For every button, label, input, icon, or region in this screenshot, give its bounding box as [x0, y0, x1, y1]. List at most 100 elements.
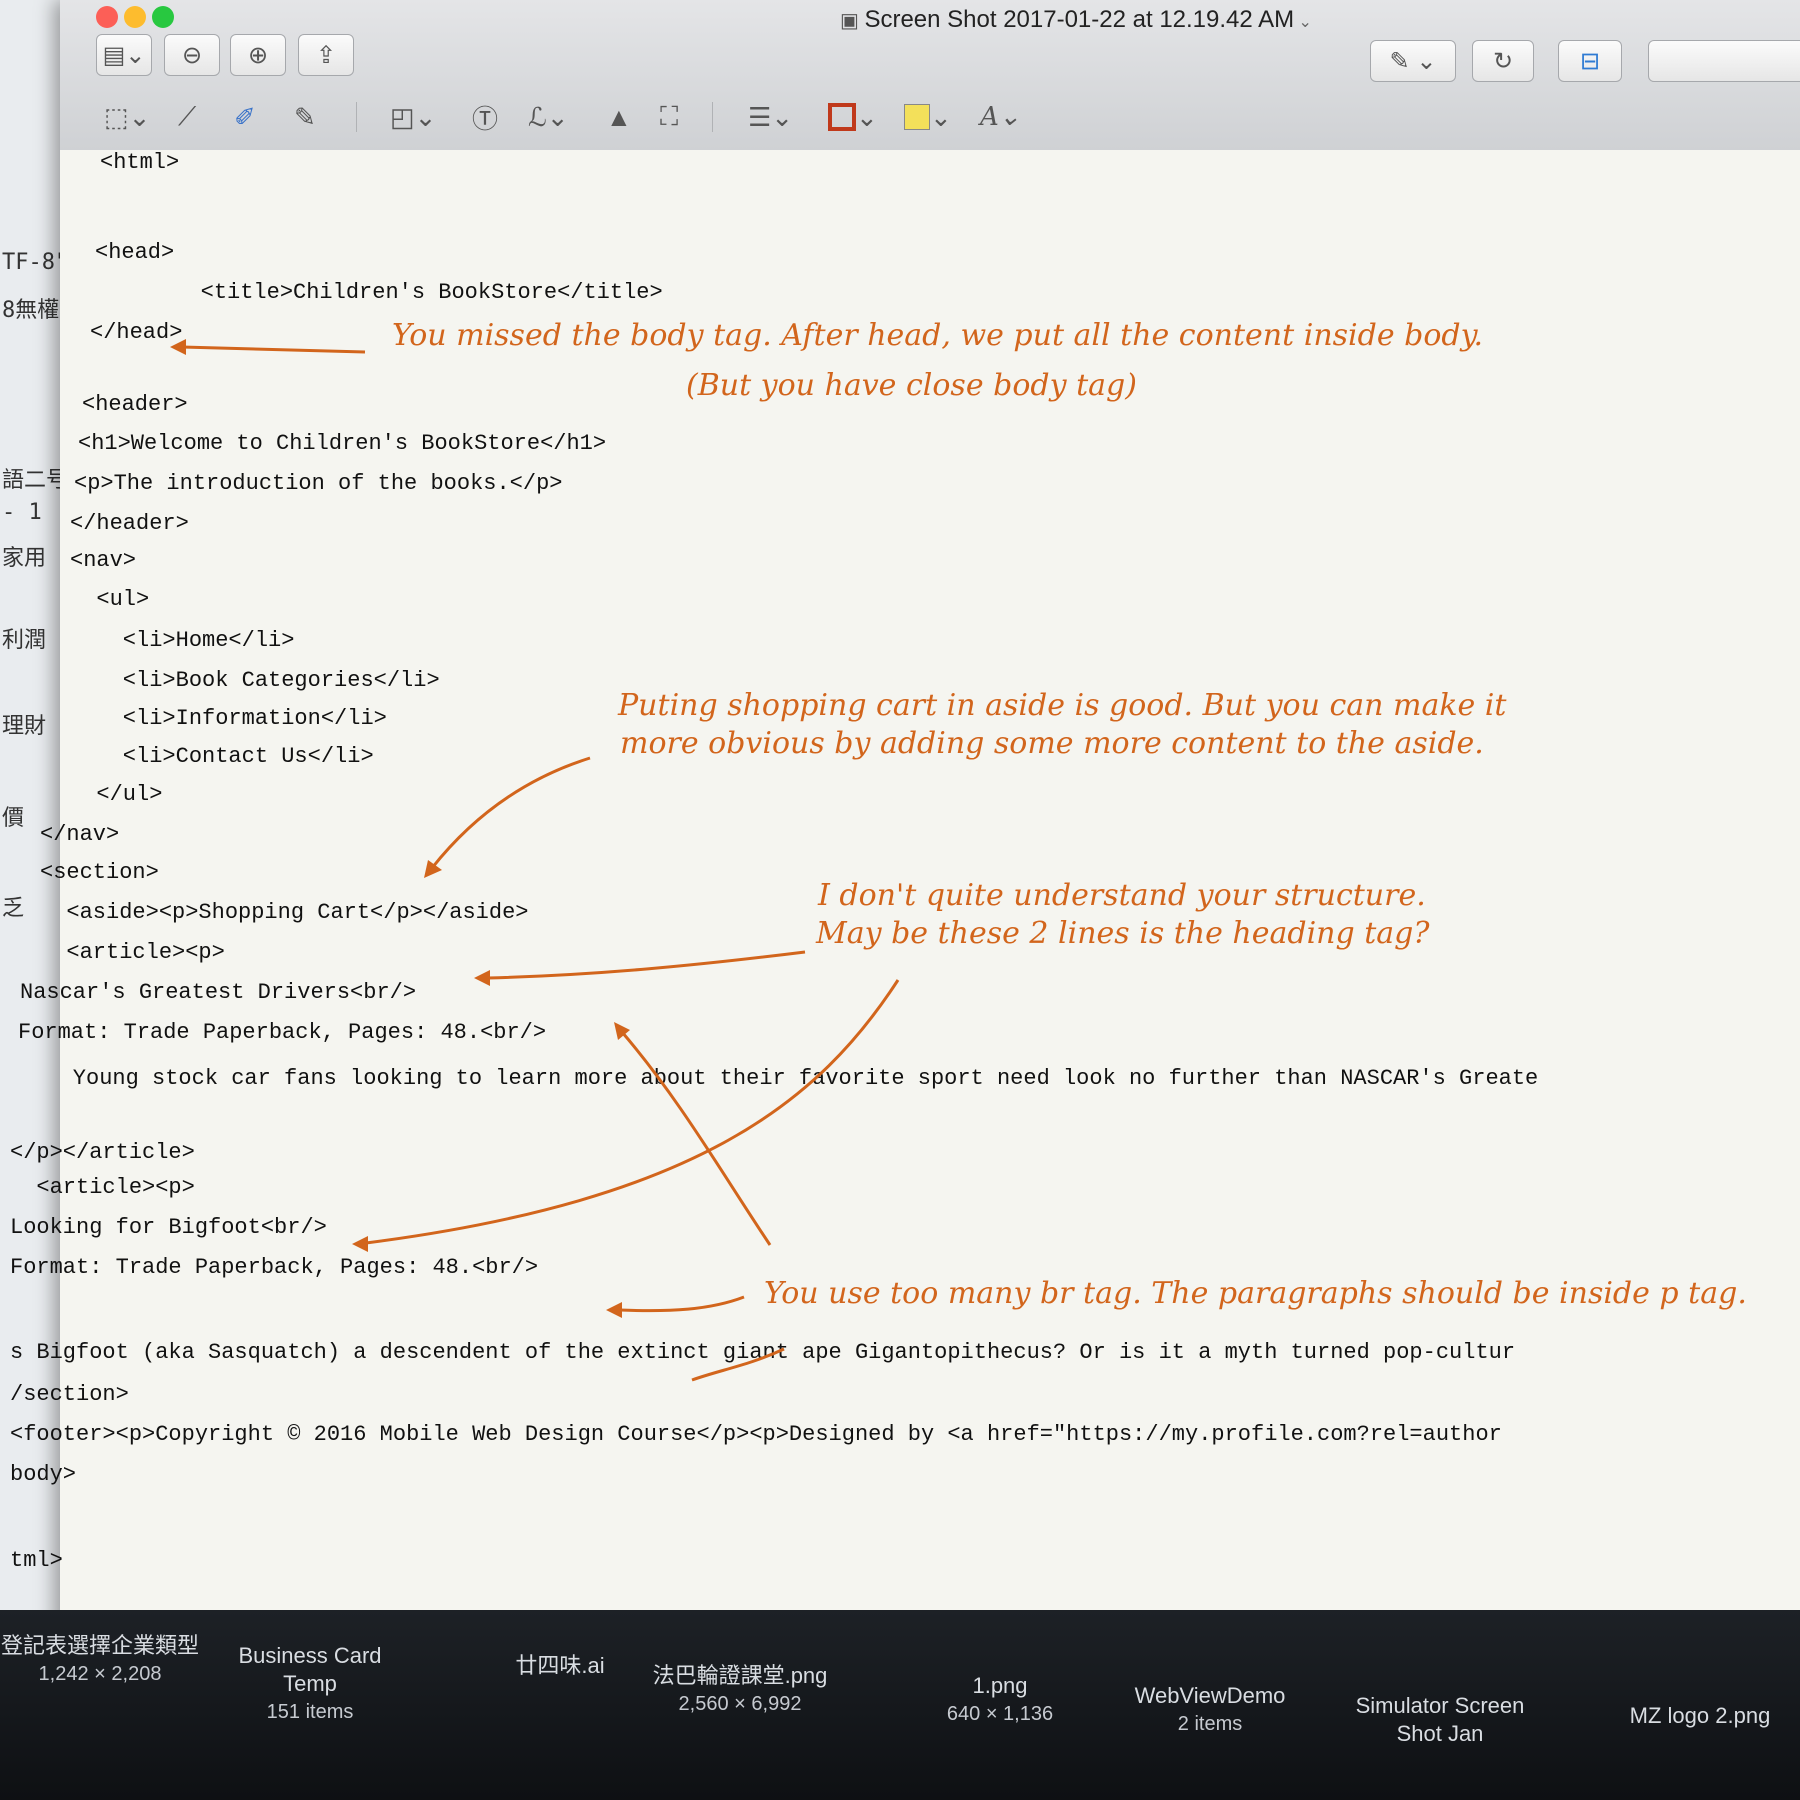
background-text: 價	[2, 806, 25, 831]
draw-tool[interactable]: ✎	[294, 100, 316, 134]
toolbox-button[interactable]: ⊟	[1558, 40, 1622, 82]
sign-tool[interactable]: ℒ⌄	[528, 100, 569, 134]
file-item[interactable]: WebViewDemo 2 items	[1110, 1682, 1310, 1738]
annotation-note: May be these 2 lines is the heading tag?	[816, 916, 1430, 951]
background-text: 8無權	[2, 298, 60, 323]
code-line: </p></article>	[10, 1140, 195, 1165]
zoom-out-button[interactable]: ⊖	[164, 34, 220, 76]
share-button[interactable]: ⇪	[298, 34, 354, 76]
code-line: <article><p>	[10, 1175, 195, 1200]
pen-icon: ✎ ⌄	[1389, 47, 1437, 75]
file-item[interactable]: 1.png 640 × 1,136	[900, 1672, 1100, 1728]
file-name: Simulator Screen Shot Jan	[1355, 1693, 1525, 1746]
file-item[interactable]: Simulator Screen Shot Jan	[1340, 1692, 1540, 1748]
file-name: 法巴輪證課堂.png	[652, 1663, 828, 1688]
file-info: 640 × 1,136	[946, 1703, 1054, 1725]
file-item[interactable]: MZ logo 2.png	[1600, 1702, 1800, 1730]
code-line: <li>Book Categories</li>	[70, 668, 440, 693]
draw-icon: ✎	[294, 101, 316, 132]
code-line: Young stock car fans looking to learn mo…	[20, 1066, 1539, 1091]
toolbox-icon: ⊟	[1579, 47, 1601, 75]
line-style-tool[interactable]: ☰⌄	[748, 100, 793, 134]
file-name: MZ logo 2.png	[1629, 1703, 1771, 1728]
code-line: <ul>	[70, 587, 150, 612]
fill-color-tool[interactable]: ⌄	[904, 100, 952, 134]
chevron-down-icon: ⌄	[1294, 14, 1312, 31]
sidebar-icon: ▤⌄	[102, 41, 146, 69]
crop-tool[interactable]: ⛶	[660, 100, 678, 134]
background-text: 家用	[2, 546, 47, 571]
shapes-tool[interactable]: ◰⌄	[390, 100, 436, 134]
text-style-icon: A⌄	[980, 102, 1021, 132]
zoom-in-button[interactable]: ⊕	[230, 34, 286, 76]
zoom-window-button[interactable]	[152, 6, 174, 28]
window-title-text: Screen Shot 2017-01-22 at 12.19.42 AM	[864, 6, 1295, 33]
code-line: <aside><p>Shopping Cart</p></aside>	[40, 900, 529, 925]
minimize-window-button[interactable]	[124, 6, 146, 28]
window-title[interactable]: ▣ Screen Shot 2017-01-22 at 12.19.42 AM …	[840, 6, 1312, 34]
adjust-color-icon: ▲	[606, 101, 632, 132]
toolbar-separator	[712, 102, 713, 132]
sidebar-toggle-button[interactable]: ▤⌄	[96, 34, 152, 76]
finder-files-strip: 登記表選擇企業類型 1,242 × 2,208 Business Card Temp…	[0, 1610, 1800, 1800]
file-item[interactable]: Business Card Temp 151 items	[210, 1642, 410, 1726]
annotation-note: (But you have close body tag)	[686, 368, 1137, 403]
code-line: <article><p>	[40, 940, 225, 965]
code-line: <h1>Welcome to Children's BookStore</h1>	[78, 431, 607, 456]
file-info: 1,242 × 2,208	[38, 1663, 162, 1685]
text-style-tool[interactable]: A⌄	[980, 100, 1021, 134]
code-line: <footer><p>Copyright © 2016 Mobile Web D…	[10, 1422, 1502, 1447]
code-line: Looking for Bigfoot<br/>	[10, 1215, 327, 1240]
magic-wand-tool[interactable]: ⟋	[178, 100, 196, 134]
text-tool[interactable]: Ⓣ	[472, 100, 498, 134]
background-text: 理財	[2, 714, 47, 739]
code-line: </head>	[90, 320, 183, 345]
zoom-out-icon: ⊖	[181, 41, 203, 69]
annotation-note: more obvious by adding some more content…	[620, 726, 1484, 761]
file-name: 廿四味.ai	[515, 1653, 605, 1678]
search-field[interactable]	[1648, 40, 1800, 82]
sketch-icon: ✐	[234, 101, 256, 132]
code-line: <html>	[100, 150, 180, 175]
background-text: - 1	[2, 500, 42, 525]
document-icon: ▣	[840, 10, 865, 32]
annotation-note: Puting shopping cart in aside is good. B…	[618, 688, 1507, 723]
adjust-color-tool[interactable]: ▲	[606, 100, 632, 134]
annotation-note: You missed the body tag. After head, we …	[392, 318, 1484, 353]
background-text: 語二号	[2, 468, 69, 493]
code-line: <li>Home</li>	[70, 628, 295, 653]
file-item[interactable]: 登記表選擇企業類型 1,242 × 2,208	[0, 1632, 200, 1688]
code-line: tml>	[10, 1548, 63, 1573]
code-line: Format: Trade Paperback, Pages: 48.<br/>	[18, 1020, 547, 1045]
code-line: <header>	[82, 392, 188, 417]
zoom-in-icon: ⊕	[247, 41, 269, 69]
selection-icon: ⬚⌄	[104, 101, 151, 132]
background-text: 乏	[2, 896, 25, 921]
close-window-button[interactable]	[96, 6, 118, 28]
code-line: /section>	[10, 1382, 129, 1407]
annotation-note: I don't quite understand your structure.	[818, 878, 1426, 913]
file-item[interactable]: 廿四味.ai	[460, 1652, 660, 1680]
rect-select-tool[interactable]: ⬚⌄	[104, 100, 150, 134]
file-name: Business Card Temp	[238, 1643, 382, 1696]
file-info: 2,560 × 6,992	[678, 1693, 802, 1715]
line-style-icon: ☰⌄	[748, 101, 794, 132]
text-box-icon: Ⓣ	[472, 103, 499, 134]
code-line: Nascar's Greatest Drivers<br/>	[20, 980, 417, 1005]
sketch-tool[interactable]: ✐	[234, 100, 256, 134]
code-line: <nav>	[70, 548, 137, 573]
share-icon: ⇪	[315, 41, 337, 69]
file-info: 2 items	[1177, 1713, 1243, 1735]
chevron-down-icon: ⌄	[930, 101, 952, 132]
code-line: <li>Information</li>	[70, 706, 387, 731]
code-line: body>	[10, 1462, 77, 1487]
border-color-tool[interactable]: ⌄	[828, 100, 878, 134]
file-name: 登記表選擇企業類型	[0, 1633, 199, 1658]
file-item[interactable]: 法巴輪證課堂.png 2,560 × 6,992	[640, 1662, 840, 1718]
pen-button[interactable]: ✎ ⌄	[1370, 40, 1456, 82]
signature-icon: ℒ⌄	[528, 101, 569, 132]
rotate-button[interactable]: ↻	[1472, 40, 1534, 82]
crop-icon: ⛶	[660, 101, 679, 131]
code-line: <p>The introduction of the books.</p>	[74, 471, 563, 496]
chevron-down-icon: ⌄	[856, 101, 878, 132]
